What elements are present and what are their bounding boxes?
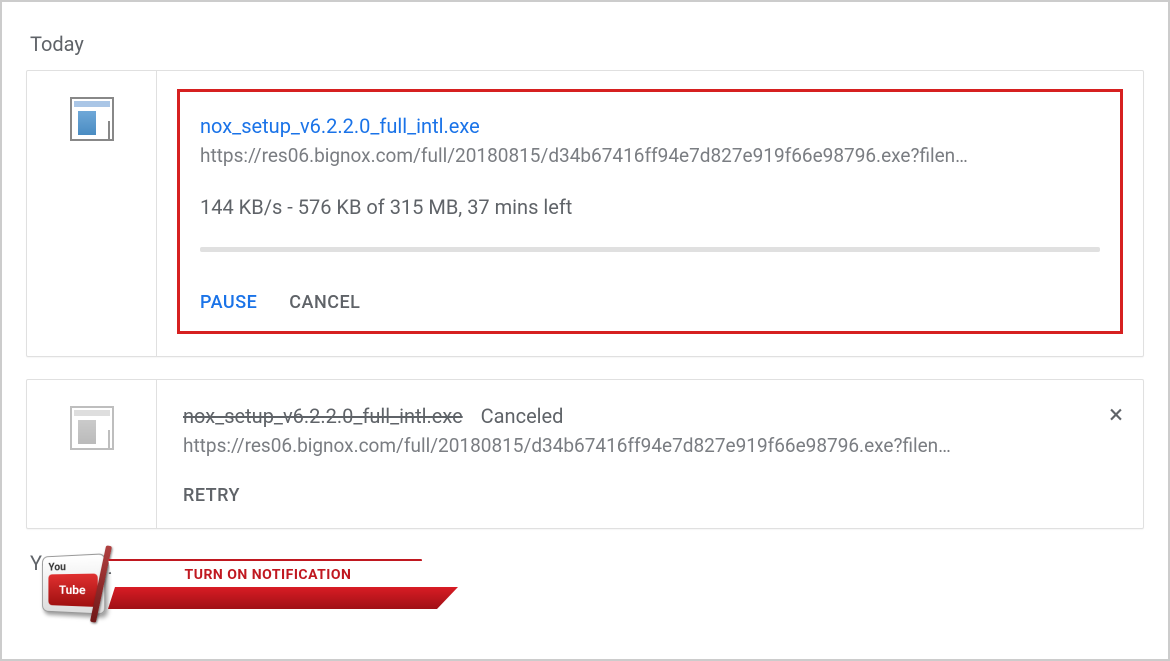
notification-banner: You Tube TURN ON NOTIFICATION bbox=[40, 545, 458, 623]
download-url: https://res06.bignox.com/full/20180815/d… bbox=[200, 144, 1100, 167]
pause-button[interactable]: PAUSE bbox=[200, 292, 257, 313]
download-url: https://res06.bignox.com/full/20180815/d… bbox=[183, 434, 1117, 457]
download-progress-text: 144 KB/s - 576 KB of 315 MB, 37 mins lef… bbox=[200, 195, 1100, 219]
executable-icon bbox=[70, 97, 114, 141]
file-icon-column bbox=[27, 71, 157, 356]
banner-text: TURN ON NOTIFICATION bbox=[108, 559, 428, 589]
close-icon[interactable]: × bbox=[1109, 400, 1123, 430]
download-card-canceled: × nox_setup_v6.2.2.0_full_intl.exe Cance… bbox=[26, 379, 1144, 529]
executable-icon bbox=[70, 406, 114, 450]
download-progress-bar bbox=[200, 247, 1100, 252]
file-icon-column bbox=[27, 380, 157, 528]
download-filename[interactable]: nox_setup_v6.2.2.0_full_intl.exe bbox=[200, 114, 1100, 138]
highlight-box: nox_setup_v6.2.2.0_full_intl.exe https:/… bbox=[177, 89, 1123, 334]
download-card-active: nox_setup_v6.2.2.0_full_intl.exe https:/… bbox=[26, 70, 1144, 357]
download-status: Canceled bbox=[481, 404, 564, 428]
cancel-button[interactable]: CANCEL bbox=[289, 292, 360, 313]
retry-button[interactable]: RETRY bbox=[183, 485, 240, 506]
banner-ribbon: TURN ON NOTIFICATION bbox=[108, 559, 458, 609]
download-filename: nox_setup_v6.2.2.0_full_intl.exe bbox=[183, 404, 463, 428]
section-header-today: Today bbox=[30, 32, 1144, 56]
